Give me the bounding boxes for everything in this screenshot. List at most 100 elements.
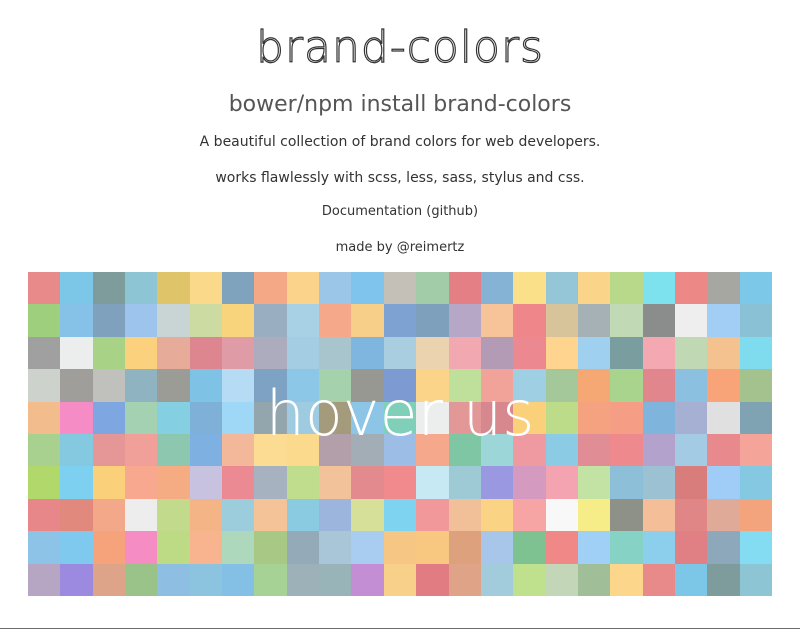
color-swatch[interactable]	[416, 563, 449, 596]
color-swatch[interactable]	[416, 369, 449, 402]
color-swatch[interactable]	[319, 304, 352, 337]
color-swatch[interactable]	[222, 369, 255, 402]
color-swatch[interactable]	[157, 498, 190, 532]
color-swatch[interactable]	[707, 531, 740, 564]
color-swatch[interactable]	[92, 304, 126, 337]
color-swatch[interactable]	[610, 304, 643, 337]
color-swatch[interactable]	[351, 304, 384, 337]
documentation-link[interactable]: Documentation (github)	[322, 204, 478, 219]
color-swatch[interactable]	[545, 466, 578, 499]
color-swatch[interactable]	[351, 498, 384, 532]
color-swatch[interactable]	[351, 531, 384, 564]
color-swatch[interactable]	[642, 434, 675, 467]
color-swatch[interactable]	[480, 272, 514, 305]
color-swatch[interactable]	[674, 272, 708, 305]
color-swatch[interactable]	[577, 336, 611, 370]
color-swatch[interactable]	[480, 498, 514, 532]
color-swatch[interactable]	[383, 531, 417, 564]
color-swatch[interactable]	[60, 531, 93, 564]
color-swatch[interactable]	[674, 531, 708, 564]
color-swatch[interactable]	[545, 401, 578, 434]
color-swatch[interactable]	[642, 401, 675, 434]
color-swatch[interactable]	[707, 434, 740, 467]
color-swatch[interactable]	[125, 434, 158, 467]
color-swatch[interactable]	[674, 304, 708, 337]
color-swatch[interactable]	[513, 336, 546, 370]
color-swatch[interactable]	[60, 369, 93, 402]
color-swatch[interactable]	[577, 369, 611, 402]
color-swatch[interactable]	[513, 531, 546, 564]
color-swatch[interactable]	[739, 369, 772, 402]
color-swatch[interactable]	[739, 336, 772, 370]
color-swatch[interactable]	[642, 563, 675, 596]
color-swatch[interactable]	[157, 336, 190, 370]
color-swatch[interactable]	[60, 498, 93, 532]
color-swatch[interactable]	[707, 401, 740, 434]
color-swatch[interactable]	[60, 401, 93, 434]
color-swatch[interactable]	[577, 531, 611, 564]
color-swatch[interactable]	[125, 369, 158, 402]
color-swatch[interactable]	[92, 336, 126, 370]
color-swatch[interactable]	[157, 272, 190, 305]
color-swatch[interactable]	[383, 304, 417, 337]
color-swatch[interactable]	[254, 401, 287, 434]
color-swatch[interactable]	[286, 272, 320, 305]
color-swatch[interactable]	[383, 369, 417, 402]
color-swatch[interactable]	[157, 563, 190, 596]
color-swatch[interactable]	[319, 401, 352, 434]
color-swatch[interactable]	[448, 434, 481, 467]
color-swatch[interactable]	[286, 304, 320, 337]
color-swatch[interactable]	[189, 531, 223, 564]
color-swatch[interactable]	[416, 434, 449, 467]
color-swatch[interactable]	[351, 434, 384, 467]
color-swatch[interactable]	[739, 272, 772, 305]
color-swatch[interactable]	[610, 563, 643, 596]
color-swatch[interactable]	[739, 498, 772, 532]
color-swatch[interactable]	[416, 272, 449, 305]
color-swatch[interactable]	[125, 304, 158, 337]
color-swatch[interactable]	[513, 434, 546, 467]
color-swatch[interactable]	[480, 336, 514, 370]
color-swatch[interactable]	[254, 498, 287, 532]
color-swatch[interactable]	[157, 531, 190, 564]
color-swatch[interactable]	[674, 434, 708, 467]
color-swatch[interactable]	[222, 401, 255, 434]
color-swatch[interactable]	[28, 369, 61, 402]
color-swatch[interactable]	[157, 369, 190, 402]
color-swatch[interactable]	[383, 466, 417, 499]
color-swatch[interactable]	[448, 498, 481, 532]
color-swatch[interactable]	[416, 531, 449, 564]
color-swatch[interactable]	[642, 272, 675, 305]
color-swatch[interactable]	[610, 466, 643, 499]
color-swatch[interactable]	[125, 498, 158, 532]
color-swatch[interactable]	[480, 401, 514, 434]
color-swatch[interactable]	[577, 401, 611, 434]
color-swatch[interactable]	[92, 369, 126, 402]
color-swatch[interactable]	[92, 498, 126, 532]
color-swatch[interactable]	[286, 531, 320, 564]
color-swatch[interactable]	[157, 304, 190, 337]
color-swatch[interactable]	[222, 304, 255, 337]
color-swatch[interactable]	[189, 272, 223, 305]
color-swatch[interactable]	[60, 434, 93, 467]
color-swatch[interactable]	[222, 531, 255, 564]
color-swatch[interactable]	[674, 401, 708, 434]
color-swatch[interactable]	[189, 336, 223, 370]
color-swatch[interactable]	[642, 531, 675, 564]
color-swatch[interactable]	[707, 563, 740, 596]
color-swatch[interactable]	[319, 563, 352, 596]
color-swatch[interactable]	[674, 563, 708, 596]
color-swatch[interactable]	[28, 401, 61, 434]
color-swatch[interactable]	[707, 272, 740, 305]
color-swatch[interactable]	[351, 272, 384, 305]
color-swatch[interactable]	[448, 563, 481, 596]
color-swatch[interactable]	[189, 369, 223, 402]
color-swatch[interactable]	[125, 563, 158, 596]
color-swatch[interactable]	[642, 369, 675, 402]
color-swatch[interactable]	[189, 498, 223, 532]
color-swatch[interactable]	[739, 466, 772, 499]
color-swatch[interactable]	[92, 563, 126, 596]
color-swatch-grid[interactable]	[28, 272, 772, 596]
color-swatch[interactable]	[189, 466, 223, 499]
color-swatch[interactable]	[416, 401, 449, 434]
